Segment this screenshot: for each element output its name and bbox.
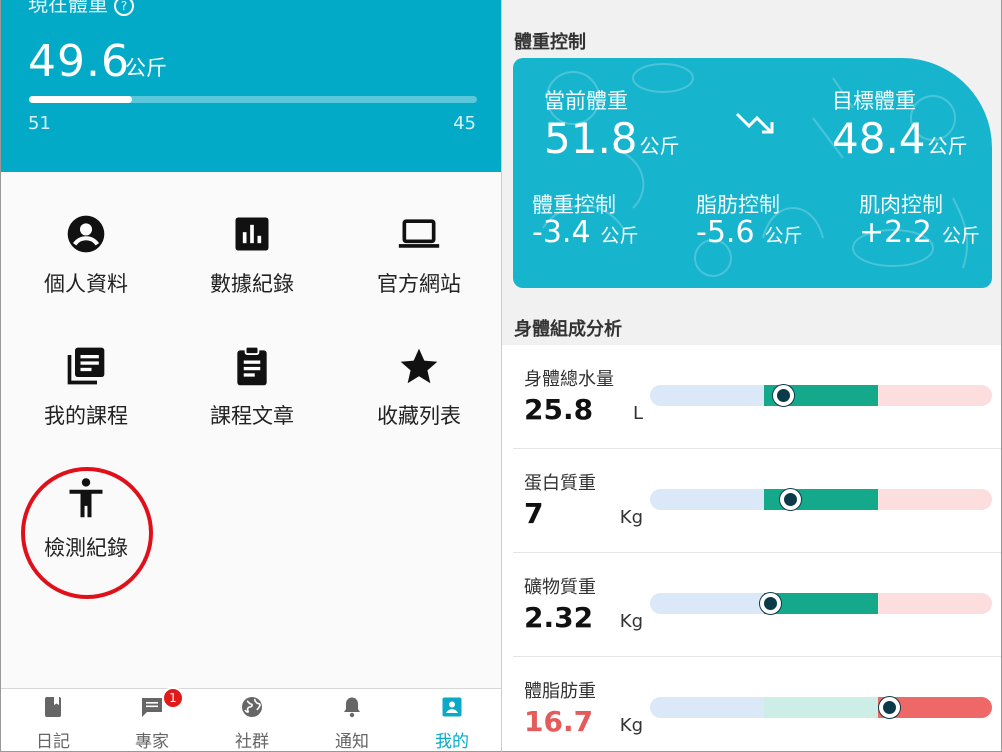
trending-down-icon [735,112,774,134]
range-normal-segment [764,697,878,718]
metric-unit: Kg [619,611,643,632]
range-low-segment [650,593,764,614]
body-composition-list: 身體總水量 25.8 L 蛋白質重 7 Kg 礦物質重 2.32 Kg 體脂肪重… [502,345,1001,751]
bar-chart-icon [235,217,269,251]
menu-label: 課程文章 [210,404,294,428]
nav-mine[interactable]: 我的 [402,689,501,752]
bottom-navigation: 日記 1 專家 社群 通知 我的 [1,687,501,752]
fat-control-stat-value: -5.6 公斤 [696,215,803,250]
range-normal-segment [764,593,878,614]
weight-control-stat-value: -3.4 公斤 [532,215,639,250]
menu-label: 數據紀錄 [210,272,294,296]
metric-unit: Kg [619,507,643,528]
muscle-control-stat-value: +2.2 公斤 [859,215,980,250]
target-weight-value: 48.4 公斤 [832,114,968,163]
metric-value: 25.8 [524,393,594,426]
nav-community[interactable]: 社群 [202,689,302,752]
weight-control-title: 體重控制 [514,32,586,53]
goal-weight: 45 [453,113,476,134]
range-high-segment [878,489,992,510]
menu-label: 個人資料 [44,272,128,296]
metric-unit: L [632,403,643,424]
composition-row-mineral[interactable]: 礦物質重 2.32 Kg [513,553,1001,657]
range-high-segment [878,593,992,614]
profile-screen: 現在體重? 49.6 公斤 51 45 個人資料 數據紀錄 官方網站 我的課程 … [0,0,501,752]
weight-summary-header: 現在體重? 49.6 公斤 51 45 [1,0,501,172]
clipboard-icon [237,345,267,386]
range-bar [650,385,992,406]
star-icon [400,348,438,384]
range-low-segment [650,697,764,718]
menu-label: 官方網站 [377,272,461,296]
nav-diary[interactable]: 日記 [3,689,103,752]
metric-name: 礦物質重 [524,577,596,598]
menu-official-website[interactable]: 官方網站 [344,212,494,298]
range-low-segment [650,489,764,510]
library-books-icon [67,347,105,385]
metric-value: 7 [524,497,544,530]
notification-badge: 1 [162,687,184,709]
profile-card-icon [442,697,462,717]
range-bar [650,489,992,510]
menu-course-articles[interactable]: 課程文章 [177,344,327,430]
start-weight: 51 [28,113,51,134]
current-weight-label-row: 現在體重? [28,0,134,17]
current-weight-unit: 公斤 [125,56,167,80]
menu-data-records[interactable]: 數據紀錄 [177,212,327,298]
menu-favorites[interactable]: 收藏列表 [344,344,494,430]
nav-label: 通知 [335,732,369,752]
metric-value: 16.7 [524,705,594,738]
weight-progress-track [29,96,477,103]
chat-icon [142,698,162,717]
nav-label: 我的 [435,732,469,752]
body-composition-title: 身體組成分析 [514,319,622,340]
composition-row-body-fat[interactable]: 體脂肪重 16.7 Kg [513,657,1001,751]
menu-personal-info[interactable]: 個人資料 [11,212,161,298]
nav-label: 日記 [36,732,70,752]
globe-icon [242,697,262,717]
menu-label: 收藏列表 [377,404,461,428]
laptop-icon [398,219,440,248]
weight-progress-fill [29,96,133,103]
account-circle-icon [67,215,105,253]
menu-label: 我的課程 [44,404,128,428]
nav-notifications[interactable]: 通知 [302,689,402,752]
highlight-circle-annotation [21,467,153,599]
composition-row-protein[interactable]: 蛋白質重 7 Kg [513,449,1001,553]
metric-name: 蛋白質重 [524,473,596,494]
current-weight-value: 51.8 公斤 [544,114,680,163]
composition-row-water[interactable]: 身體總水量 25.8 L [513,345,1001,449]
range-bar [650,697,992,718]
nav-experts[interactable]: 1 專家 [102,687,202,752]
bell-icon [344,697,360,718]
info-icon[interactable]: ? [114,0,134,16]
report-screen: 體重控制 當前體重 51.8 公斤 目標體重 48.4 公斤 體重控制 -3.4 公斤… [501,0,1002,752]
range-bar [650,593,992,614]
current-weight-value: 49.6 [28,36,130,87]
range-low-segment [650,385,764,406]
nav-label: 專家 [135,732,169,752]
book-icon [45,697,61,717]
weight-control-card: 當前體重 51.8 公斤 目標體重 48.4 公斤 體重控制 -3.4 公斤 脂肪控制… [513,58,992,288]
metric-name: 身體總水量 [524,369,614,390]
metric-name: 體脂肪重 [524,681,596,702]
metric-value: 2.32 [524,601,594,634]
range-high-segment [878,385,992,406]
menu-my-courses[interactable]: 我的課程 [11,344,161,430]
current-weight-label: 當前體重 [544,89,628,113]
current-weight-label: 現在體重 [28,0,108,16]
target-weight-label: 目標體重 [832,89,916,113]
range-marker [759,593,781,614]
metric-unit: Kg [619,715,643,736]
nav-label: 社群 [235,732,269,752]
